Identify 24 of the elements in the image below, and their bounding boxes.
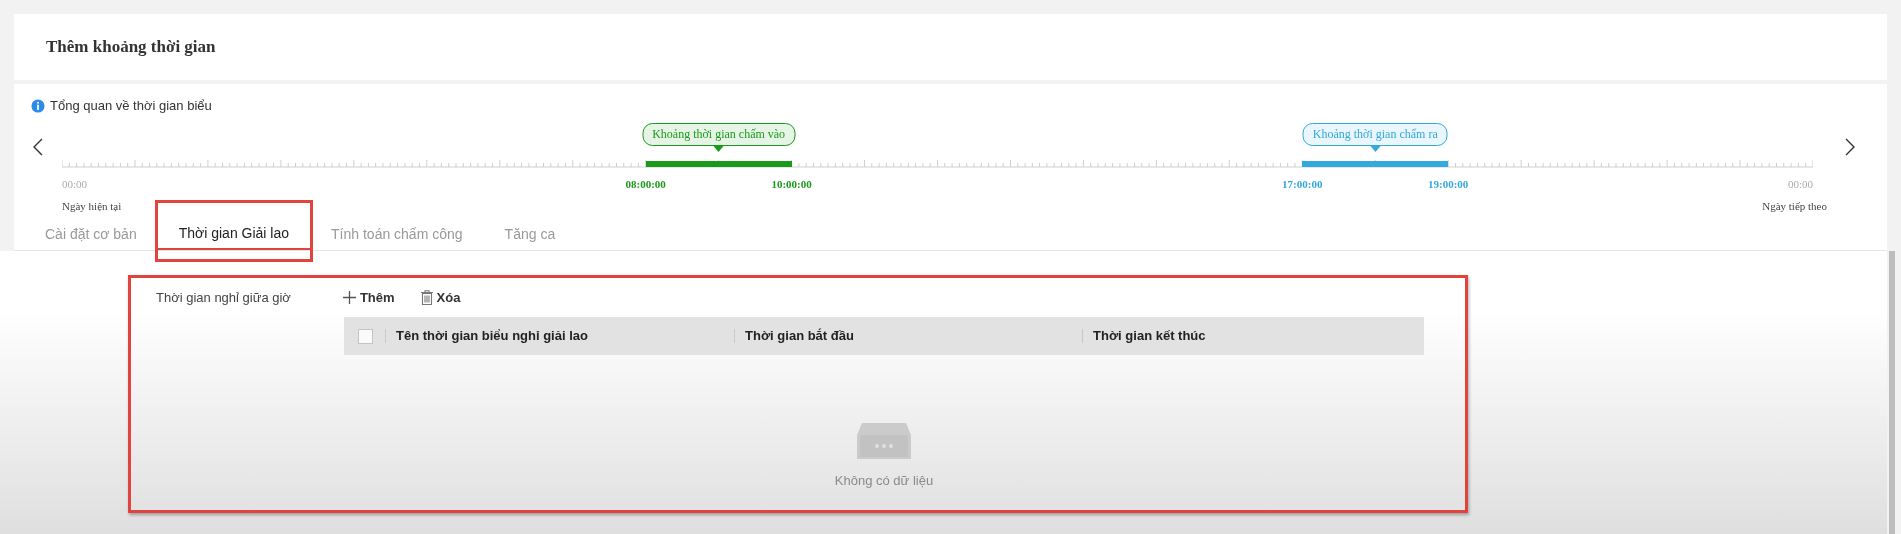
plus-icon: [342, 291, 356, 304]
add-button[interactable]: Thêm: [338, 288, 399, 307]
time-label: 17:00:00: [1282, 178, 1323, 190]
column-header: Thời gian bắt đầu: [734, 329, 1082, 343]
select-all-checkbox[interactable]: [358, 328, 373, 344]
range-tooltip: Khoảng thời gian chấm ra: [1302, 123, 1448, 152]
column-header: Tên thời gian biểu nghỉ giải lao: [385, 329, 734, 343]
time-label: 08:00:00: [625, 178, 666, 190]
page-title: Thêm khoảng thời gian: [46, 37, 216, 57]
empty-message: Không có dữ liệu: [834, 473, 934, 488]
time-label: 00:00: [1787, 178, 1813, 190]
field-label: Thời gian nghỉ giữa giờ: [156, 290, 291, 305]
time-label: 19:00:00: [1428, 178, 1469, 190]
info-icon: [31, 98, 45, 113]
trash-icon: [420, 290, 433, 305]
time-label: 10:00:00: [771, 178, 812, 190]
empty-tray-icon: [856, 421, 912, 461]
column-header: Thời gian kết thúc: [1082, 329, 1424, 343]
range-tooltip: Khoảng thời gian chấm vào: [642, 123, 796, 152]
day-caption: Ngày hiện tại: [62, 200, 122, 212]
overview-title: Tổng quan về thời gian biểu: [50, 98, 212, 113]
delete-button[interactable]: Xóa: [416, 288, 465, 307]
day-caption: Ngày tiếp theo: [1762, 200, 1827, 212]
time-label: 00:00: [62, 178, 88, 190]
